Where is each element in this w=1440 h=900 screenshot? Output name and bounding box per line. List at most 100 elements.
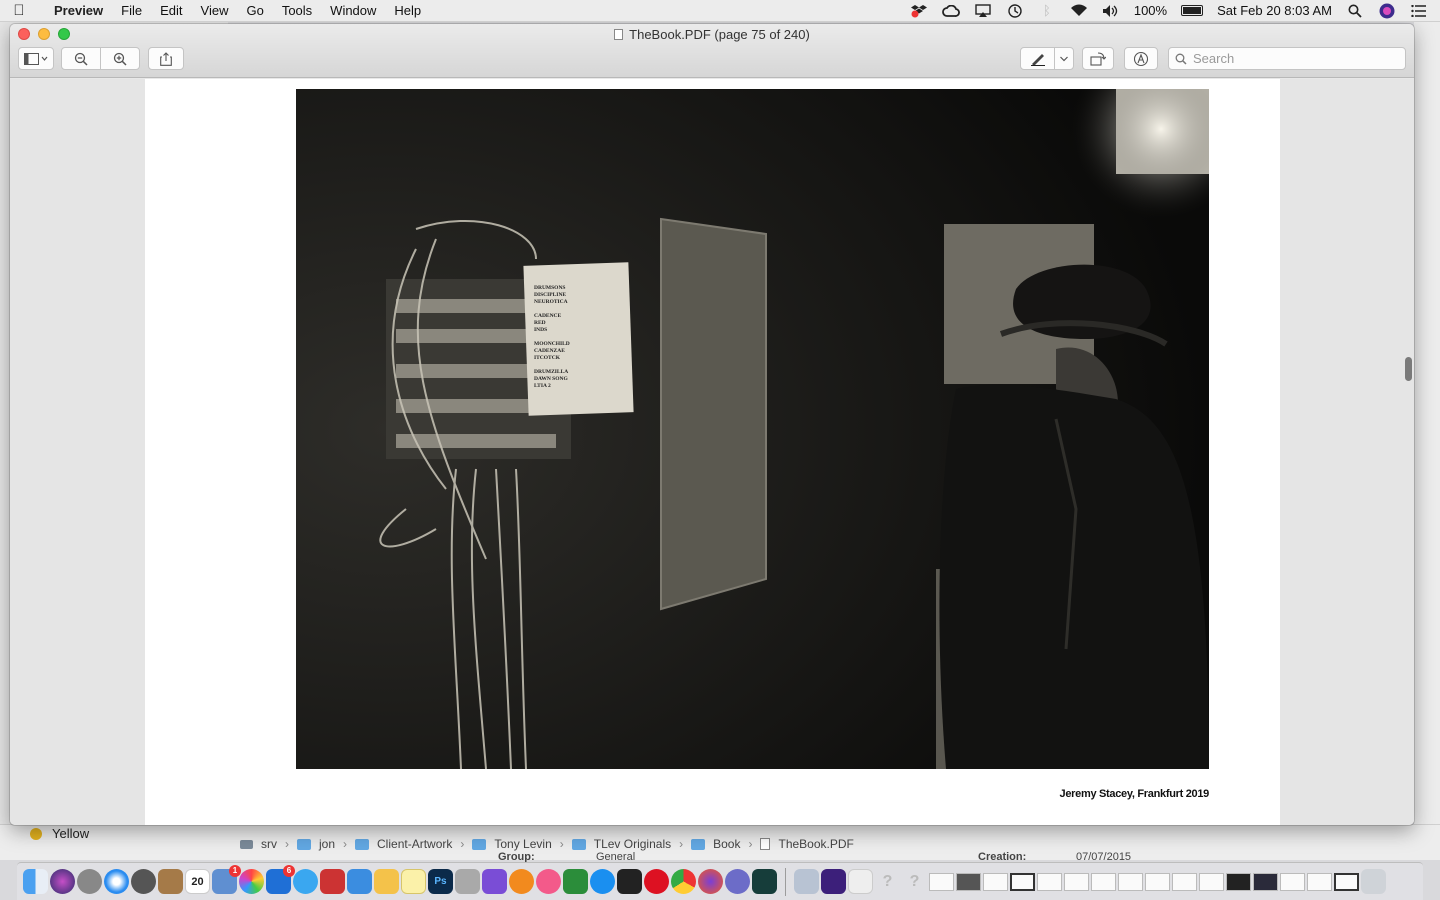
- calendar-icon[interactable]: 20: [185, 869, 210, 894]
- amazon-music-icon[interactable]: [821, 869, 846, 894]
- siri-icon[interactable]: [1378, 3, 1396, 18]
- setlist-line: NEUROTICA: [534, 299, 568, 305]
- wifi-icon[interactable]: [1070, 4, 1088, 18]
- preview-icon[interactable]: [455, 869, 480, 894]
- minimized-window-thumbnail[interactable]: [1334, 872, 1359, 891]
- minimized-window-thumbnail[interactable]: [1226, 872, 1251, 891]
- highlight-options-dropdown[interactable]: [1055, 48, 1073, 69]
- setlist-line: CADENCE: [534, 313, 562, 319]
- markup-toolbar-button[interactable]: [1124, 47, 1158, 70]
- path-item-tlev-originals[interactable]: TLev Originals: [594, 837, 671, 851]
- bluetooth-icon[interactable]: ᛒ: [1038, 3, 1056, 18]
- apple-menu-icon[interactable]: : [0, 2, 38, 19]
- path-item-srv[interactable]: srv: [261, 837, 277, 851]
- sidebar-tag-yellow[interactable]: Yellow: [30, 826, 89, 841]
- battery-percent: 100%: [1133, 3, 1168, 18]
- share-button[interactable]: [148, 47, 184, 70]
- minimized-window-thumbnail[interactable]: [1064, 872, 1089, 891]
- window-titlebar: TheBook.PDF (page 75 of 240): [10, 24, 1414, 78]
- time-machine-icon[interactable]: [1006, 3, 1024, 18]
- bbedit-icon[interactable]: [563, 869, 588, 894]
- path-separator-icon: ›: [285, 837, 289, 851]
- minimized-window-thumbnail[interactable]: [1091, 872, 1116, 891]
- menubar-clock[interactable]: Sat Feb 20 8:03 AM: [1217, 3, 1332, 18]
- xcode-icon[interactable]: 6: [266, 865, 295, 894]
- launchpad-icon[interactable]: [131, 869, 156, 894]
- menu-help[interactable]: Help: [385, 3, 430, 18]
- sidebar-view-button[interactable]: [18, 47, 54, 70]
- path-separator-icon: ›: [559, 837, 564, 851]
- minimized-window-thumbnail[interactable]: [956, 872, 981, 891]
- unknown-app-icon[interactable]: ?: [902, 869, 927, 894]
- menu-go[interactable]: Go: [237, 3, 272, 18]
- menu-edit[interactable]: Edit: [151, 3, 191, 18]
- unknown-app-icon[interactable]: ?: [875, 869, 900, 894]
- battery-icon[interactable]: [1181, 5, 1204, 16]
- document-icon[interactable]: [848, 869, 873, 894]
- setlist-line: MOONCHILD: [534, 341, 570, 347]
- document-viewport[interactable]: DRUMSONS DISCIPLINE NEUROTICA CADENCE RE…: [10, 79, 1414, 825]
- app-store-icon[interactable]: [590, 869, 615, 894]
- minimized-window-thumbnail[interactable]: [1172, 872, 1197, 891]
- trash-icon[interactable]: [1361, 869, 1386, 894]
- numbers-icon[interactable]: [347, 869, 372, 894]
- creative-cloud-icon[interactable]: [941, 4, 960, 18]
- highlight-pen-button[interactable]: [1021, 48, 1054, 69]
- contacts-icon[interactable]: [158, 869, 183, 894]
- menu-window[interactable]: Window: [321, 3, 385, 18]
- minimized-window-thumbnail[interactable]: [1280, 872, 1305, 891]
- mail-icon[interactable]: 1: [212, 865, 241, 894]
- siri-dock-icon[interactable]: [50, 869, 75, 894]
- airplay-icon[interactable]: [974, 3, 992, 18]
- folder-icon: [297, 838, 311, 850]
- search-input[interactable]: [1193, 51, 1393, 66]
- minimized-window-thumbnail[interactable]: [1145, 872, 1170, 891]
- app-menu[interactable]: Preview: [38, 3, 112, 18]
- rotate-button[interactable]: [1082, 47, 1114, 70]
- minimized-window-thumbnail[interactable]: [1199, 872, 1224, 891]
- path-item-jon[interactable]: jon: [319, 837, 335, 851]
- bbedit-b-icon[interactable]: [725, 869, 750, 894]
- photos-icon[interactable]: [239, 869, 264, 894]
- vertical-scrollbar[interactable]: [1405, 357, 1412, 381]
- terminal-icon[interactable]: [617, 869, 642, 894]
- search-field[interactable]: [1168, 47, 1406, 70]
- menu-file[interactable]: File: [112, 3, 151, 18]
- zoom-in-button[interactable]: [101, 48, 139, 69]
- minimized-window-thumbnail[interactable]: [1037, 872, 1062, 891]
- path-item-client-artwork[interactable]: Client-Artwork: [377, 837, 452, 851]
- opera-icon[interactable]: [644, 869, 669, 894]
- volume-icon[interactable]: [1102, 4, 1120, 18]
- zoom-out-button[interactable]: [62, 48, 100, 69]
- messages-icon[interactable]: [293, 869, 318, 894]
- firefox-icon[interactable]: [698, 869, 723, 894]
- photoshop-icon[interactable]: Ps: [428, 869, 453, 894]
- minimized-window-thumbnail[interactable]: [983, 872, 1008, 891]
- imovie-icon[interactable]: [482, 869, 507, 894]
- safari-icon[interactable]: [104, 869, 129, 894]
- music-icon[interactable]: [536, 869, 561, 894]
- chrome-icon[interactable]: [671, 869, 696, 894]
- minimized-window-thumbnail[interactable]: [1253, 872, 1278, 891]
- minimized-window-thumbnail[interactable]: [1307, 872, 1332, 891]
- finder-icon[interactable]: [23, 869, 48, 894]
- menu-view[interactable]: View: [192, 3, 238, 18]
- path-item-tony-levin[interactable]: Tony Levin: [494, 837, 551, 851]
- path-item-book[interactable]: Book: [713, 837, 740, 851]
- transmit-icon[interactable]: [752, 869, 777, 894]
- system-preferences-icon[interactable]: [77, 869, 102, 894]
- books-icon[interactable]: [509, 869, 534, 894]
- notes-icon[interactable]: [401, 869, 426, 894]
- path-item-thebook[interactable]: TheBook.PDF: [778, 837, 853, 851]
- notification-center-icon[interactable]: [1410, 4, 1428, 18]
- dropbox-icon[interactable]: [910, 4, 928, 18]
- minimized-window-thumbnail[interactable]: [1118, 872, 1143, 891]
- minimized-window-thumbnail[interactable]: [929, 872, 954, 891]
- minimized-window-thumbnail[interactable]: [1010, 872, 1035, 891]
- scanner-icon[interactable]: [794, 869, 819, 894]
- photo-booth-icon[interactable]: [320, 869, 345, 894]
- spotlight-search-icon[interactable]: [1346, 4, 1364, 18]
- finder-path-bar: srv › jon › Client-Artwork › Tony Levin …: [228, 834, 854, 854]
- pages-icon[interactable]: [374, 869, 399, 894]
- menu-tools[interactable]: Tools: [273, 3, 321, 18]
